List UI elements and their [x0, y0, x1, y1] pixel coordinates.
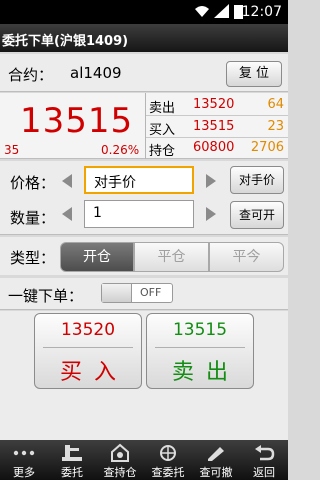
more-icon	[13, 450, 35, 456]
status-bar: 12:07	[0, 0, 288, 24]
toggle-knob	[102, 284, 132, 302]
nav-cancelable[interactable]: 查可撤	[192, 440, 240, 480]
nav-order[interactable]: 委托	[48, 440, 96, 480]
page-title: 委托下单(沪银1409)	[0, 24, 288, 52]
divider	[155, 347, 245, 348]
divider	[43, 347, 133, 348]
quantity-label: 数量：	[10, 209, 56, 227]
signal-icon	[214, 4, 229, 18]
query-order-icon	[160, 445, 176, 461]
price-increase-icon[interactable]	[206, 174, 216, 188]
price-label: 价格：	[10, 174, 56, 192]
nav-label: 委托	[61, 466, 83, 479]
quantity-decrease-icon[interactable]	[62, 207, 72, 221]
sell-button[interactable]: 13515 卖出	[146, 313, 254, 389]
nav-label: 查持仓	[103, 466, 137, 479]
type-label: 类型：	[10, 249, 56, 267]
order-icon	[62, 445, 82, 461]
type-option-close-today[interactable]: 平今	[209, 242, 284, 272]
contract-value[interactable]: al1409	[70, 64, 122, 82]
back-icon	[255, 445, 275, 461]
nav-positions[interactable]: 查持仓	[96, 440, 144, 480]
nav-label: 查委托	[151, 466, 185, 479]
last-price: 13515	[20, 101, 134, 141]
quote-row-qty: 64	[267, 97, 284, 112]
quote-row-price: 60800	[193, 140, 235, 155]
quote-row-label: 持仓	[149, 144, 176, 159]
toggle-state: OFF	[140, 286, 162, 299]
price-input[interactable]: 对手价	[84, 166, 194, 194]
nav-more[interactable]: 更多	[0, 440, 48, 480]
quote-row-label: 买入	[149, 123, 176, 138]
quote-row-bid: 买入 13515 23	[146, 116, 288, 138]
quote-row-label: 卖出	[149, 101, 176, 116]
quote-row-ask: 卖出 13520 64	[146, 94, 288, 116]
position-icon	[111, 443, 129, 462]
wifi-icon	[195, 6, 209, 17]
quote-row-qty: 23	[267, 119, 284, 134]
price-decrease-icon[interactable]	[62, 174, 72, 188]
nav-back[interactable]: 返回	[240, 440, 288, 480]
buy-button[interactable]: 13520 买入	[34, 313, 142, 389]
cancel-icon	[208, 447, 224, 461]
buy-price: 13520	[60, 320, 116, 340]
type-option-open[interactable]: 开仓	[60, 242, 134, 272]
reset-button[interactable]: 复 位	[226, 61, 282, 87]
quote-row-qty: 2706	[250, 140, 284, 155]
nav-query-orders[interactable]: 查委托	[144, 440, 192, 480]
contract-label: 合约：	[8, 66, 54, 84]
counterparty-price-button[interactable]: 对手价	[230, 166, 284, 194]
sell-label: 卖出	[171, 360, 240, 385]
nav-label: 更多	[13, 466, 35, 479]
quote-row-price: 13515	[193, 119, 235, 134]
sell-price: 13515	[172, 320, 228, 340]
type-option-close[interactable]: 平仓	[134, 242, 209, 272]
quote-row-price: 13520	[193, 97, 235, 112]
nav-label: 查可撤	[199, 466, 233, 479]
price-change: 35	[4, 143, 20, 157]
buy-label: 买入	[59, 360, 128, 385]
quantity-increase-icon[interactable]	[206, 207, 216, 221]
price-change-pct: 0.26%	[101, 143, 140, 157]
quantity-input[interactable]: 1	[84, 200, 194, 228]
bottom-nav: 更多 委托 查持仓 查委托 查可撤 返回	[0, 440, 288, 480]
one-click-label: 一键下单：	[8, 287, 84, 305]
nav-label: 返回	[253, 466, 275, 479]
check-available-button[interactable]: 查可开	[230, 201, 284, 229]
quote-row-open-interest: 持仓 60800 2706	[146, 137, 288, 159]
clock: 12:07	[241, 4, 282, 20]
one-click-toggle[interactable]: OFF	[101, 283, 173, 303]
